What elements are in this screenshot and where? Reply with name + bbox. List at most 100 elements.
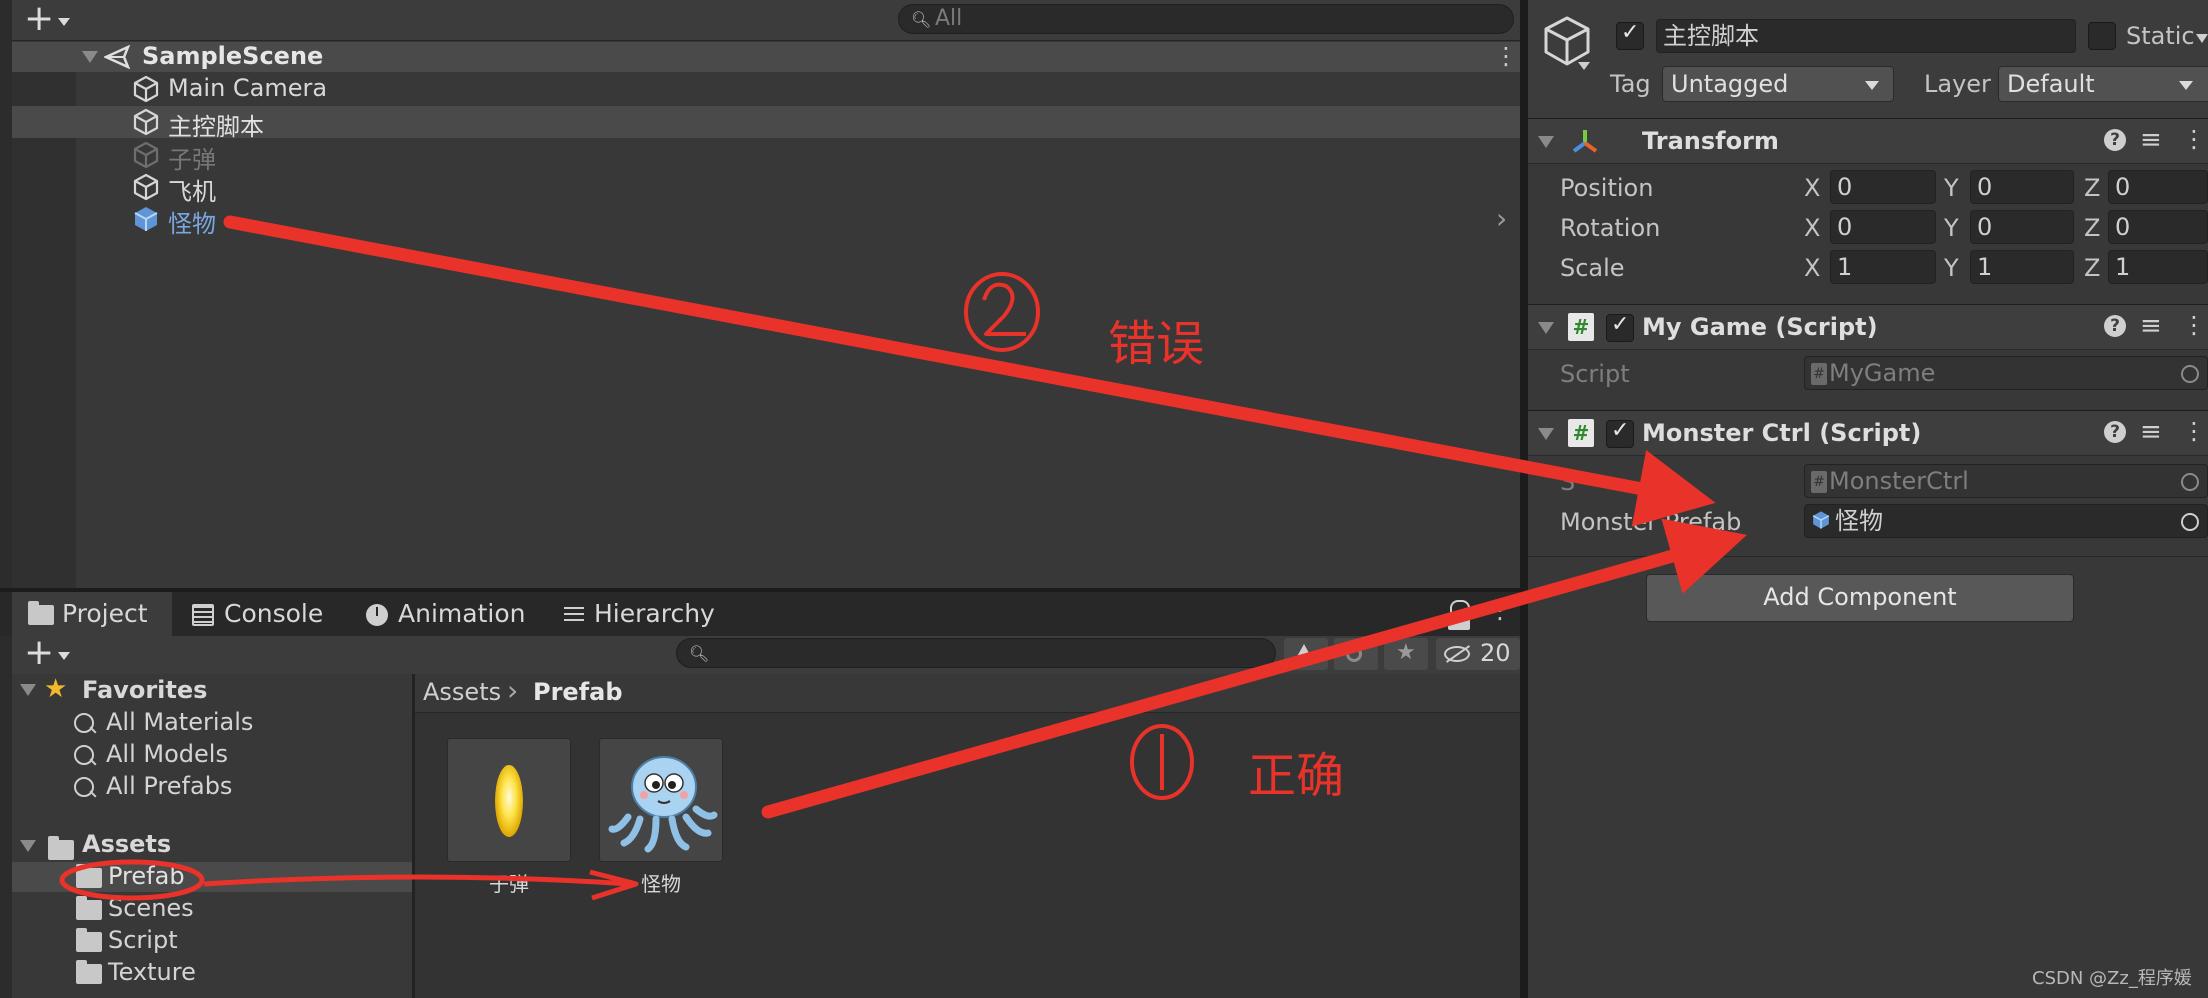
tab-animation[interactable]: Animation (366, 592, 525, 636)
favorite-button[interactable]: ★ (1384, 638, 1428, 670)
layer-label: Layer (1924, 70, 1991, 98)
layer-dropdown[interactable]: Default (1998, 66, 2208, 102)
tab-project[interactable]: Project (12, 592, 172, 636)
position-z-input[interactable]: 0 (2108, 170, 2208, 204)
transform-header[interactable]: Transform ? ≡ ⋮ (1528, 118, 2208, 164)
component-menu-icon[interactable]: ⋮ (2182, 311, 2206, 339)
presets-icon[interactable]: ≡ (2140, 125, 2162, 155)
favorite-label: All Materials (106, 708, 254, 736)
folder-scenes[interactable]: Scenes (12, 894, 412, 924)
rotation-z-input[interactable]: 0 (2108, 210, 2208, 244)
lock-icon-body (1448, 614, 1470, 630)
field-value: 0 (2115, 213, 2131, 241)
breadcrumb-root[interactable]: Assets (423, 678, 501, 706)
hierarchy-item-bullet[interactable]: 子弹 (12, 140, 1520, 174)
script-label: S (1560, 468, 1576, 496)
bottom-left-gutter (0, 636, 12, 998)
favorite-all-prefabs[interactable]: All Prefabs (74, 772, 394, 802)
folder-script[interactable]: Script (12, 926, 412, 956)
folder-prefab[interactable]: Prefab (12, 862, 412, 892)
my-game-header[interactable]: # ✓ My Game (Script) ? ≡ ⋮ (1528, 304, 2208, 350)
my-game-script-row: Script # MyGame (1528, 354, 2208, 394)
tab-console[interactable]: Console (192, 592, 323, 636)
monster-ctrl-script-row: S # MonsterCtrl (1528, 462, 2208, 502)
presets-icon[interactable]: ≡ (2140, 311, 2162, 341)
prefab-cube-icon (134, 207, 158, 231)
hierarchy-item-main-camera[interactable]: Main Camera (12, 74, 1520, 104)
component-menu-icon[interactable]: ⋮ (2182, 417, 2206, 445)
star-icon: ★ (44, 674, 68, 704)
scene-row[interactable]: SampleScene ⋮ (12, 42, 1520, 72)
scale-x-input[interactable]: 1 (1830, 250, 1936, 284)
component-menu-icon[interactable]: ⋮ (2182, 125, 2206, 153)
hierarchy-item-label: 子弹 (168, 146, 216, 174)
enabled-checkbox[interactable]: ✓ (1606, 418, 1634, 448)
hierarchy-item-label: 飞机 (168, 178, 216, 206)
hierarchy-gutter (0, 0, 12, 588)
watermark: CSDN @Zz_程序媛 (2032, 968, 2192, 989)
enabled-checkbox[interactable]: ✓ (1606, 312, 1634, 342)
foldout-arrow-icon (20, 684, 36, 696)
rotation-label: Rotation (1560, 214, 1661, 242)
object-picker-icon[interactable] (2181, 513, 2199, 531)
tab-label: Project (62, 599, 148, 628)
object-picker-icon[interactable] (2181, 365, 2199, 383)
add-component-button[interactable]: Add Component (1646, 574, 2074, 622)
hidden-packages-button[interactable]: 20 (1436, 638, 1520, 670)
chevron-right-icon[interactable]: › (1496, 202, 1507, 235)
help-icon[interactable]: ? (2104, 315, 2126, 337)
favorite-all-materials[interactable]: All Materials (74, 708, 394, 738)
favorite-all-models[interactable]: All Models (74, 740, 394, 770)
scene-menu-icon[interactable]: ⋮ (1494, 42, 1518, 70)
active-checkbox[interactable]: ✓ (1616, 20, 1644, 50)
script-label: Script (1560, 360, 1630, 388)
bullet-thumbnail (447, 738, 571, 862)
position-x-input[interactable]: 0 (1830, 170, 1936, 204)
asset-item-bullet[interactable]: 子弹 (447, 738, 571, 898)
field-value: 0 (1977, 213, 1993, 241)
project-create-button[interactable]: + (24, 632, 74, 673)
scale-z-input[interactable]: 1 (2108, 250, 2208, 284)
assets-title: Assets (82, 830, 172, 858)
create-button[interactable]: + (24, 0, 74, 39)
tab-menu-icon[interactable]: ⋮ (1488, 596, 1512, 624)
axis-y-label: Y (1944, 254, 1959, 282)
scale-y-input[interactable]: 1 (1970, 250, 2074, 284)
monster-prefab-object-field[interactable]: 怪物 (1804, 504, 2208, 538)
hierarchy-item-plane[interactable]: 飞机 (12, 172, 1520, 206)
gameobject-cube-icon (133, 173, 159, 201)
asset-item-monster[interactable]: 怪物 (599, 738, 723, 898)
chevron-down-icon (1865, 81, 1879, 90)
axis-z-label: Z (2084, 214, 2101, 242)
position-y-input[interactable]: 0 (1970, 170, 2074, 204)
chevron-down-icon[interactable] (1578, 62, 1590, 70)
project-search-input[interactable]: 🔍︎ (676, 638, 1276, 668)
my-game-title: My Game (Script) (1642, 313, 1878, 341)
rotation-x-input[interactable]: 0 (1830, 210, 1936, 244)
breadcrumb-current[interactable]: Prefab (533, 678, 623, 706)
foldout-arrow-icon (1538, 136, 1554, 148)
object-name-value: 主控脚本 (1663, 22, 1759, 50)
tag-dropdown[interactable]: Untagged (1662, 66, 1894, 102)
position-label: Position (1560, 174, 1654, 202)
inspector-separator (1528, 556, 2208, 557)
monster-ctrl-header[interactable]: # ✓ Monster Ctrl (Script) ? ≡ ⋮ (1528, 410, 2208, 456)
static-dropdown-icon[interactable] (2196, 34, 2208, 43)
folder-texture[interactable]: Texture (12, 958, 412, 988)
hierarchy-search-input[interactable]: 🔍︎ All (898, 4, 1514, 34)
filter-by-label-button[interactable] (1334, 638, 1378, 670)
hierarchy-item-monster[interactable]: 怪物 › (12, 202, 1520, 238)
hierarchy-item-controller[interactable]: 主控脚本 (12, 106, 1520, 141)
object-picker-icon[interactable] (2181, 473, 2199, 491)
script-object-field[interactable]: # MyGame (1804, 356, 2208, 390)
tab-hierarchy[interactable]: Hierarchy (564, 592, 715, 636)
help-icon[interactable]: ? (2104, 421, 2126, 443)
script-object-field[interactable]: # MonsterCtrl (1804, 464, 2208, 498)
rotation-y-input[interactable]: 0 (1970, 210, 2074, 244)
filter-by-type-button[interactable] (1284, 638, 1328, 670)
help-icon[interactable]: ? (2104, 129, 2126, 151)
chevron-down-icon (58, 652, 70, 660)
object-name-input[interactable]: 主控脚本 (1656, 19, 2076, 53)
presets-icon[interactable]: ≡ (2140, 417, 2162, 447)
static-checkbox[interactable] (2088, 22, 2116, 50)
